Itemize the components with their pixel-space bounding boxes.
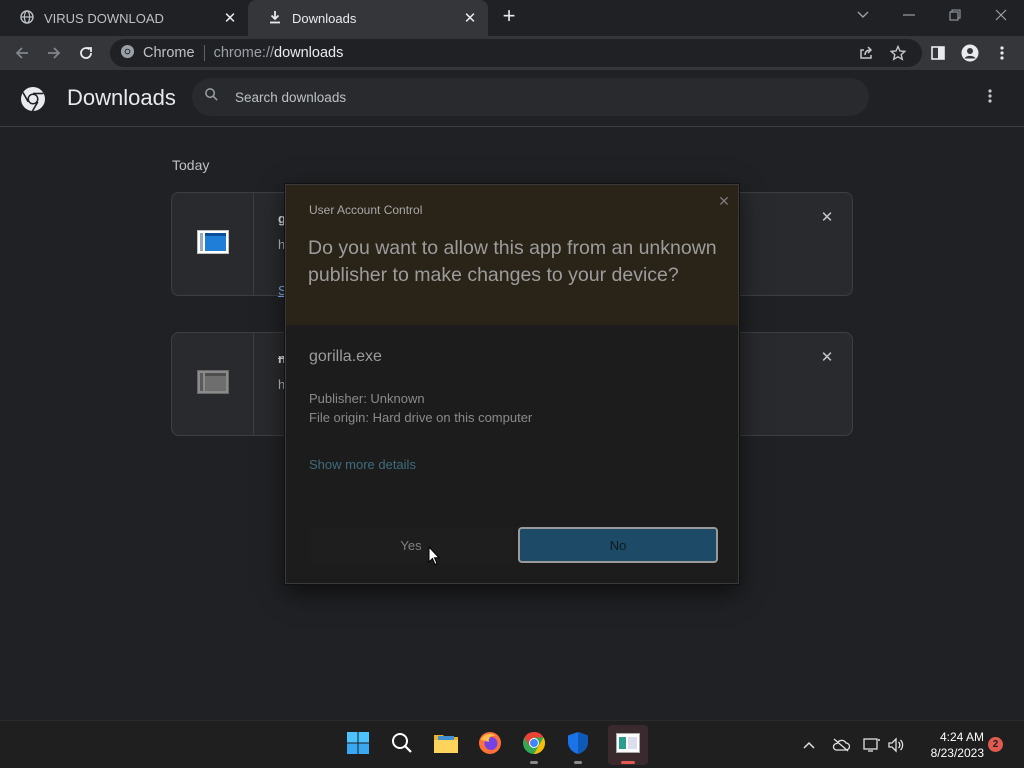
app-window-icon [616,732,640,758]
date-section-label: Today [172,157,210,173]
clock-time: 4:24 AM [939,730,984,744]
address-bar[interactable]: Chrome chrome://downloads [110,39,922,67]
start-button[interactable] [338,725,378,765]
remove-item-icon[interactable]: ✕ [818,349,836,367]
forward-arrow-icon[interactable] [42,41,66,65]
tab-title: VIRUS DOWNLOAD [44,10,164,26]
more-actions-icon[interactable] [980,88,1000,108]
bookmark-star-icon[interactable] [886,41,910,65]
active-indicator [621,761,635,764]
taskbar-uac-app[interactable] [608,725,648,765]
mouse-cursor-icon [428,545,441,566]
file-window-icon [196,229,229,259]
restore-button[interactable] [935,4,975,26]
network-icon[interactable] [862,735,882,755]
remove-item-icon[interactable]: ✕ [818,209,836,227]
file-icon-area [172,333,254,435]
firefox-icon [478,731,502,760]
close-icon[interactable]: ✕ [714,191,734,211]
file-icon-area [172,193,254,295]
search-icon [391,732,413,759]
running-indicator [530,761,538,764]
windows-logo-icon [346,731,370,760]
tab-search-chevron-icon[interactable] [843,4,883,26]
show-hidden-icons-chevron-icon[interactable] [799,735,819,755]
search-box[interactable] [192,78,869,116]
close-tab-icon[interactable]: ✕ [462,10,478,27]
tab-downloads[interactable]: Downloads ✕ [248,0,488,36]
notification-badge[interactable]: 2 [988,737,1003,752]
yes-button[interactable]: Yes [309,527,513,563]
onedrive-cloud-icon[interactable] [831,735,851,755]
running-indicator [574,761,582,764]
uac-dialog: User Account Control ✕ Do you want to al… [285,184,739,584]
profile-avatar-icon[interactable] [958,41,982,65]
chrome-site-icon [120,44,135,63]
tab-title: Downloads [292,10,357,26]
file-window-icon [196,369,229,399]
download-icon [268,10,282,27]
shield-icon [567,731,589,760]
tab-virus-download[interactable]: VIRUS DOWNLOAD ✕ [0,0,248,36]
publisher-text: Publisher: Unknown [309,391,425,406]
taskbar-clock[interactable]: 4:24 AM 8/23/2023 [914,729,984,761]
taskbar-file-explorer[interactable] [426,725,466,765]
kebab-menu-icon[interactable] [990,41,1014,65]
taskbar-firefox[interactable] [470,725,510,765]
site-label: Chrome [143,45,195,61]
new-tab-button[interactable]: + [498,5,520,28]
uac-caption: User Account Control [309,203,423,217]
page-title: Downloads [67,85,176,110]
tab-strip: VIRUS DOWNLOAD ✕ Downloads ✕ + [0,0,1024,36]
omnibox-separator [203,45,205,61]
search-icon [204,87,219,107]
clock-date: 8/23/2023 [930,746,984,760]
url-scheme: chrome:// [213,45,275,61]
back-arrow-icon[interactable] [10,41,34,65]
taskbar-chrome[interactable] [514,725,554,765]
taskbar-search-button[interactable] [382,725,422,765]
close-window-button[interactable] [981,4,1021,26]
file-origin-text: File origin: Hard drive on this computer [309,410,533,425]
minimize-button[interactable] [889,4,929,26]
show-more-details-link[interactable]: Show more details [309,457,416,472]
taskbar: 4:24 AM 8/23/2023 2 [0,720,1024,768]
globe-icon [20,9,34,27]
uac-question: Do you want to allow this app from an un… [308,237,717,286]
close-tab-icon[interactable]: ✕ [222,10,238,27]
taskbar-security[interactable] [558,725,598,765]
chrome-icon [522,731,546,760]
downloads-header: Downloads [0,70,1024,127]
share-icon[interactable] [854,41,878,65]
side-panel-icon[interactable] [926,41,950,65]
no-button[interactable]: No [518,527,718,563]
chrome-logo-icon [20,86,46,112]
browser-toolbar: Chrome chrome://downloads [0,36,1024,70]
url-host: downloads [274,45,344,61]
reload-icon[interactable] [74,41,98,65]
app-name: gorilla.exe [309,348,382,365]
folder-icon [433,732,459,759]
volume-icon[interactable] [886,735,906,755]
search-input[interactable] [235,89,795,105]
